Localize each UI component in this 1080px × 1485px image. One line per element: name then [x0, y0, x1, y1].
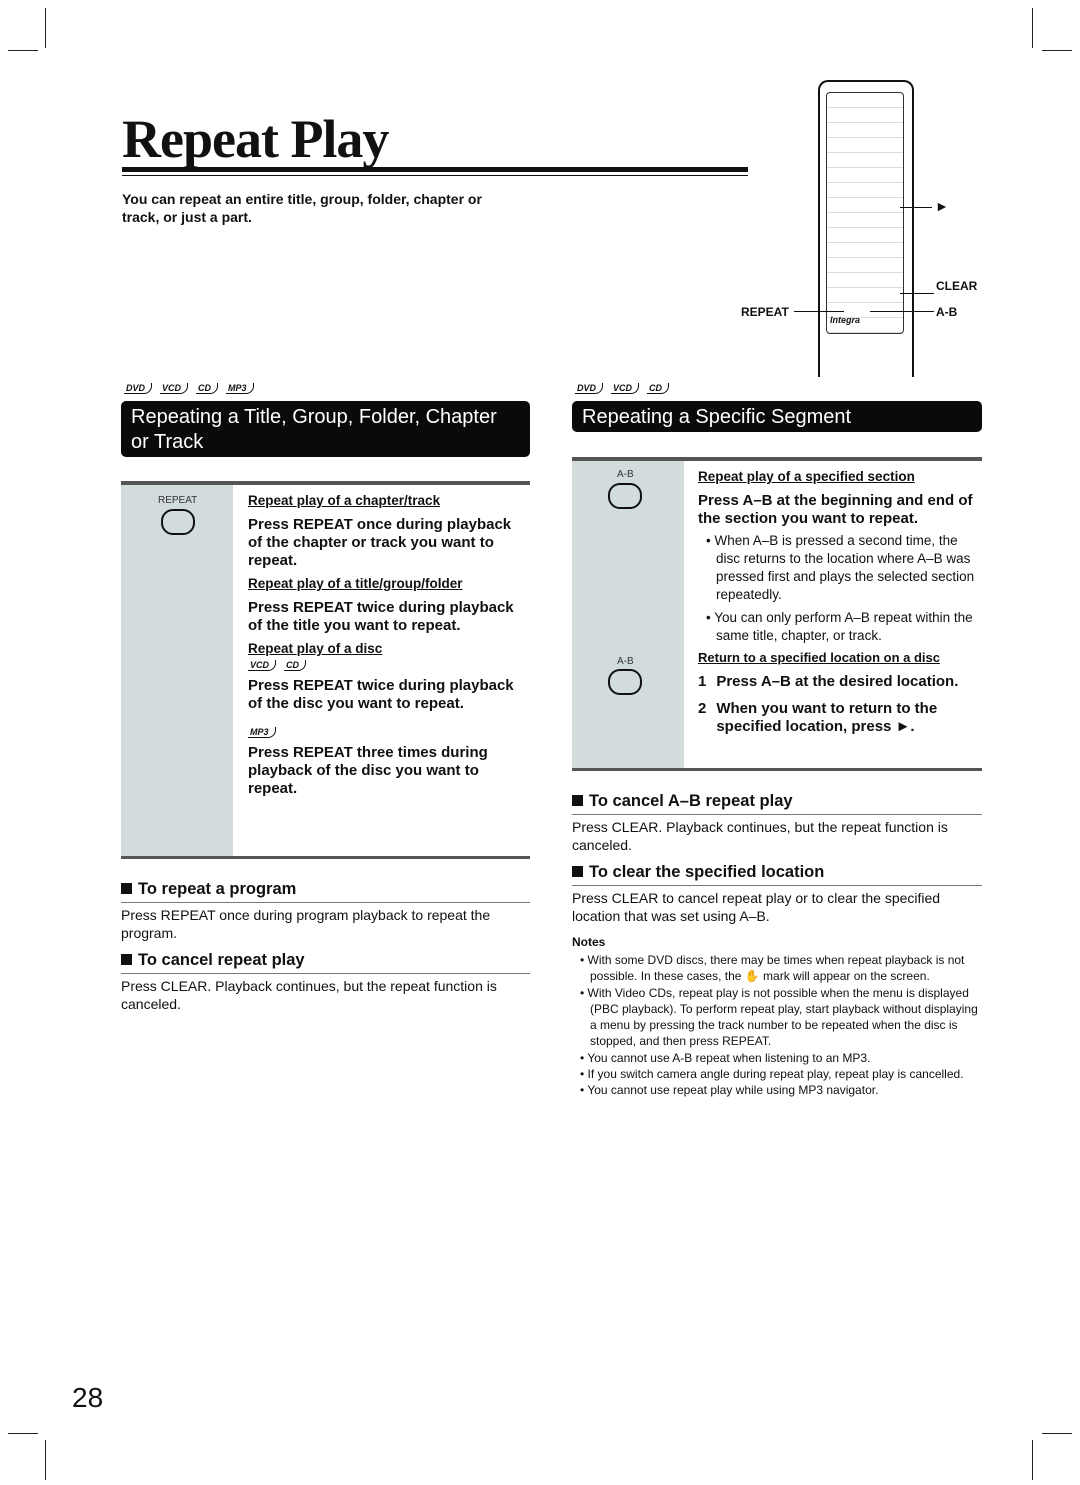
subheading: Repeat play of a title/group/folder — [248, 576, 463, 591]
callout-line — [900, 293, 934, 294]
crop-mark — [8, 50, 38, 51]
manual-page: Repeat Play You can repeat an entire tit… — [0, 0, 1080, 1485]
subheading: Repeat play of a disc — [248, 641, 383, 656]
cd-logo: CD — [647, 383, 670, 394]
vcd-logo: VCD — [611, 383, 640, 394]
subheading: Repeat play of a specified section — [698, 469, 915, 484]
bullet-item: • When A–B is pressed a second time, the… — [706, 533, 975, 602]
page-number: 28 — [72, 1382, 104, 1413]
note-item: • You cannot use A-B repeat when listeni… — [580, 1050, 871, 1065]
crop-mark — [1032, 1440, 1033, 1480]
body-text: Press CLEAR to cancel repeat play or to … — [572, 890, 941, 924]
heading-cancel-ab: To cancel A–B repeat play — [572, 792, 982, 815]
note-item: • If you switch camera angle during repe… — [580, 1067, 964, 1082]
button-label: A-B — [617, 656, 634, 667]
mp3-logo: MP3 — [248, 727, 276, 738]
body-text: Press CLEAR. Playback continues, but the… — [121, 978, 497, 1012]
numbered-step: 2 When you want to return to the specifie… — [698, 700, 982, 736]
callout-line — [900, 207, 932, 208]
dvd-logo: DVD — [575, 383, 604, 394]
step-number: 1 — [698, 673, 707, 690]
callout-line — [870, 311, 934, 312]
crop-mark — [8, 1433, 38, 1434]
bullet-text: You can only perform A–B repeat within t… — [714, 610, 973, 643]
step-number: 2 — [698, 700, 707, 717]
body-text: Press CLEAR. Playback continues, but the… — [572, 819, 948, 853]
step-text: Press REPEAT three times during playback… — [248, 744, 488, 797]
intro-text: You can repeat an entire title, group, f… — [122, 191, 482, 225]
note-item: • You cannot use repeat play while using… — [580, 1083, 879, 1098]
hand-pressing-button-icon — [608, 483, 642, 509]
heading-text: To clear the specified location — [589, 863, 825, 881]
clear-callout: CLEAR — [936, 279, 978, 293]
step-text: Press REPEAT twice during playback of th… — [248, 599, 514, 634]
heading-clear-location: To clear the specified location — [572, 863, 982, 886]
cd-logo: CD — [196, 383, 219, 394]
heading-text: To cancel A–B repeat play — [589, 792, 793, 810]
subheading: Return to a specified location on a disc — [698, 650, 940, 665]
note-text: If you switch camera angle during repeat… — [587, 1067, 964, 1082]
crop-mark — [1032, 8, 1033, 48]
step-text: Press REPEAT twice during playback of th… — [248, 677, 514, 712]
disc-logos: DVD VCD CD MP3 — [124, 383, 254, 394]
bullet-text: When A–B is pressed a second time, the d… — [714, 533, 975, 602]
hand-pressing-button-icon — [608, 669, 642, 695]
note-text: You cannot use repeat play while using M… — [587, 1083, 879, 1098]
remote-control-illustration: Integra — [818, 80, 914, 377]
section-header: Repeating a Title, Group, Folder, Chapte… — [121, 401, 530, 457]
heading-repeat-program: To repeat a program — [121, 880, 530, 903]
numbered-step: 1 Press A–B at the desired location. — [698, 673, 982, 691]
crop-mark — [45, 1440, 46, 1480]
dvd-logo: DVD — [124, 383, 153, 394]
repeat-callout: REPEAT — [741, 305, 789, 319]
button-label: REPEAT — [158, 495, 198, 506]
page-title: Repeat Play — [122, 109, 389, 169]
heading-text: To cancel repeat play — [138, 951, 305, 969]
right-steps-box: A-B A-B Repeat play of a specified secti… — [572, 457, 982, 771]
vcd-logo: VCD — [248, 660, 277, 671]
section-header: Repeating a Specific Segment — [572, 401, 982, 432]
hand-pressing-button-icon — [161, 509, 195, 535]
crop-mark — [1042, 50, 1072, 51]
body-text: Press REPEAT once during program playbac… — [121, 907, 491, 941]
notes-title: Notes — [572, 935, 606, 949]
vcd-logo: VCD — [160, 383, 189, 394]
note-text: With Video CDs, repeat play is not possi… — [587, 985, 978, 1049]
crop-mark — [45, 8, 46, 48]
callout-line — [794, 311, 844, 312]
heading-cancel-repeat: To cancel repeat play — [121, 951, 530, 974]
play-icon: ► — [935, 198, 949, 214]
heading-text: To repeat a program — [138, 880, 297, 898]
side-panel: A-B A-B — [572, 461, 684, 768]
bullet-item: • You can only perform A–B repeat within… — [706, 610, 973, 643]
note-text: You cannot use A-B repeat when listening… — [587, 1050, 871, 1065]
note-item: • With Video CDs, repeat play is not pos… — [580, 985, 978, 1049]
step-text: Press A–B at the desired location. — [716, 673, 959, 690]
note-text: With some DVD discs, there may be times … — [587, 953, 965, 984]
step-text: When you want to return to the specified… — [716, 700, 938, 735]
subheading: Repeat play of a chapter/track — [248, 493, 441, 508]
ab-callout: A-B — [936, 305, 958, 319]
title-rule — [122, 167, 748, 172]
step-text: Press REPEAT once during playback of the… — [248, 516, 512, 569]
disc-logos: DVD VCD CD — [575, 383, 670, 394]
left-steps-box: REPEAT Repeat play of a chapter/track Pr… — [121, 481, 530, 859]
note-item: • With some DVD discs, there may be time… — [580, 953, 965, 984]
notes-list: • With some DVD discs, there may be time… — [572, 952, 982, 1099]
crop-mark — [1042, 1433, 1072, 1434]
mp3-logo: MP3 — [226, 383, 254, 394]
remote-brand: Integra — [830, 315, 861, 325]
button-label: A-B — [617, 469, 634, 480]
remote-buttons — [826, 92, 904, 334]
step-text: Press A–B at the beginning and end of th… — [698, 492, 973, 527]
cd-logo: CD — [284, 660, 307, 671]
title-rule — [122, 175, 748, 176]
side-panel: REPEAT — [121, 485, 233, 856]
